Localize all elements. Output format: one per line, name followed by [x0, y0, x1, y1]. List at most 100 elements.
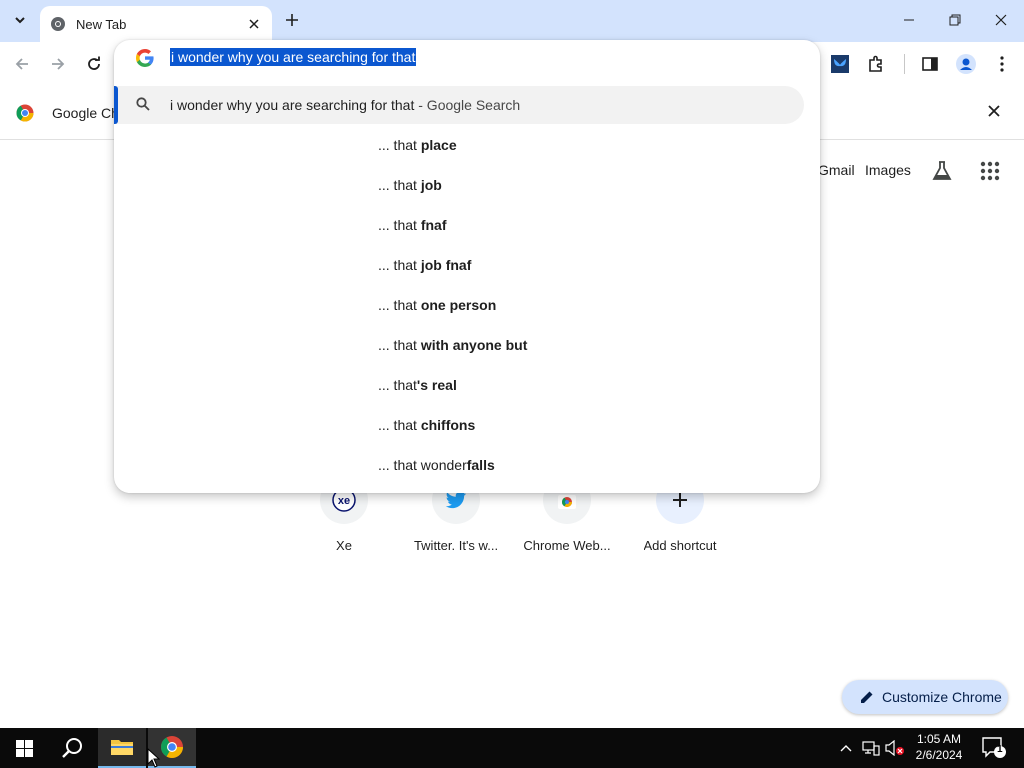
labs-button[interactable] [929, 158, 955, 184]
arrow-left-icon [15, 58, 28, 70]
suggestion-bold: job [420, 177, 442, 193]
shortcut-label: Twitter. It's w... [413, 538, 499, 553]
gmail-link[interactable]: Gmail [818, 162, 855, 178]
suggestion-prefix: ... that [378, 377, 417, 393]
mouse-cursor-icon [147, 748, 161, 768]
notification-count: 1 [997, 744, 1003, 755]
suggestion-bold: one person [420, 297, 497, 313]
reload-button[interactable] [80, 50, 108, 78]
menu-button[interactable] [988, 50, 1016, 78]
volume-muted-icon [885, 740, 904, 756]
plus-icon [673, 493, 687, 507]
restore-button[interactable] [932, 0, 978, 40]
flask-icon [932, 161, 952, 180]
network-icon [862, 741, 880, 756]
suggestion-bold: 's real [416, 377, 457, 393]
minimize-button[interactable] [886, 0, 932, 40]
shortcut-label: Add shortcut [643, 538, 717, 553]
google-g-icon [136, 49, 154, 67]
infobar-close-button[interactable] [988, 104, 1000, 122]
suggestion-bold: fnaf [420, 217, 447, 233]
suggestion-bold: place [420, 137, 457, 153]
apps-grid-icon [980, 161, 1000, 181]
extensions-button[interactable] [862, 50, 890, 78]
action-center-button[interactable]: 1 [982, 737, 1006, 764]
restore-icon [949, 14, 961, 26]
side-panel-button[interactable] [916, 50, 944, 78]
shortcut-label: Chrome Web... [523, 538, 611, 553]
tab-close-button[interactable] [246, 16, 262, 32]
omnibox-input[interactable]: i wonder why you are searching for that [170, 47, 417, 67]
omnibox-suggestion[interactable]: ... that job [378, 177, 442, 193]
profile-button[interactable] [952, 50, 980, 78]
omnibox-suggestion[interactable]: ... that fnaf [378, 217, 446, 233]
reload-icon [88, 56, 100, 70]
start-button[interactable] [0, 728, 48, 768]
title-bar: New Tab [0, 0, 1024, 42]
bluesky-extension-button[interactable] [826, 50, 854, 78]
close-window-button[interactable] [978, 0, 1024, 40]
chevron-up-icon [840, 745, 852, 752]
omnibox-suggestion[interactable]: ... that's real [378, 377, 457, 393]
clock-time: 1:05 AM [916, 732, 962, 746]
tab-new-tab[interactable]: New Tab [40, 6, 272, 42]
folder-icon [111, 740, 133, 755]
minimize-icon [904, 19, 914, 21]
omnibox-input-text: i wonder why you are searching for that [170, 48, 417, 66]
tray-network[interactable] [861, 738, 881, 758]
close-icon [988, 105, 1000, 117]
taskbar-clock[interactable]: 1:05 AM 2/6/2024 [908, 731, 970, 763]
omnibox-suggestion[interactable]: ... that chiffons [378, 417, 475, 433]
search-icon [62, 738, 82, 758]
back-button[interactable] [8, 50, 36, 78]
omnibox-suggestion[interactable]: ... that job fnaf [378, 257, 471, 273]
suggestion-prefix: ... that [378, 177, 417, 193]
tray-overflow-button[interactable] [836, 738, 856, 758]
omnibox-suggestion[interactable]: ... that one person [378, 297, 496, 313]
omnibox-suggestion-text: i wonder why you are searching for that … [170, 97, 520, 113]
suggestion-prefix: ... that [378, 297, 417, 313]
butterfly-extension-icon [831, 55, 849, 73]
search-icon [136, 97, 150, 111]
suggestion-prefix: ... that [378, 417, 417, 433]
clock-date: 2/6/2024 [915, 748, 963, 762]
shortcut-label: Xe [336, 538, 352, 553]
windows-logo-icon [15, 739, 33, 757]
avatar-icon [956, 54, 976, 74]
arrow-right-icon [52, 58, 65, 70]
omnibox-suggestion[interactable]: ... that with anyone but [378, 337, 527, 353]
close-icon [249, 19, 259, 29]
plus-icon [286, 14, 298, 26]
suggestion-suffix: - Google Search [414, 97, 521, 113]
google-apps-button[interactable] [977, 158, 1003, 184]
infobar-text: Google Ch [52, 105, 119, 121]
new-tab-button[interactable] [280, 8, 304, 32]
pencil-icon [861, 691, 873, 703]
customize-chrome-button[interactable]: Customize Chrome [842, 680, 1008, 714]
tab-search-button[interactable] [6, 7, 34, 33]
chrome-tab-icon [51, 17, 65, 31]
suggestion-main: i wonder why you are searching for that [170, 97, 415, 113]
taskbar-search-button[interactable] [48, 728, 96, 768]
forward-button[interactable] [44, 50, 72, 78]
toolbar-separator [904, 54, 905, 74]
taskbar-file-explorer[interactable] [98, 728, 146, 768]
omnibox-suggestion[interactable]: ... that wonderfalls [378, 457, 495, 473]
images-link[interactable]: Images [865, 162, 911, 178]
customize-chrome-label: Customize Chrome [882, 689, 1002, 705]
puzzle-icon [869, 55, 882, 72]
tray-volume[interactable] [885, 738, 905, 758]
close-icon [995, 14, 1007, 26]
tab-title: New Tab [76, 16, 127, 32]
svg-text:xe: xe [338, 495, 350, 507]
suggestion-prefix: ... that [378, 337, 417, 353]
chrome-logo-icon [161, 736, 183, 758]
chrome-logo-icon [16, 104, 34, 122]
omnibox-popup: i wonder why you are searching for that … [114, 40, 820, 493]
suggestion-prefix: ... that [378, 257, 417, 273]
omnibox-suggestion[interactable]: ... that place [378, 137, 457, 153]
chevron-down-icon [15, 17, 25, 24]
suggestion-bold: job fnaf [420, 257, 472, 273]
side-panel-icon [922, 57, 938, 71]
suggestion-bold: falls [466, 457, 495, 473]
